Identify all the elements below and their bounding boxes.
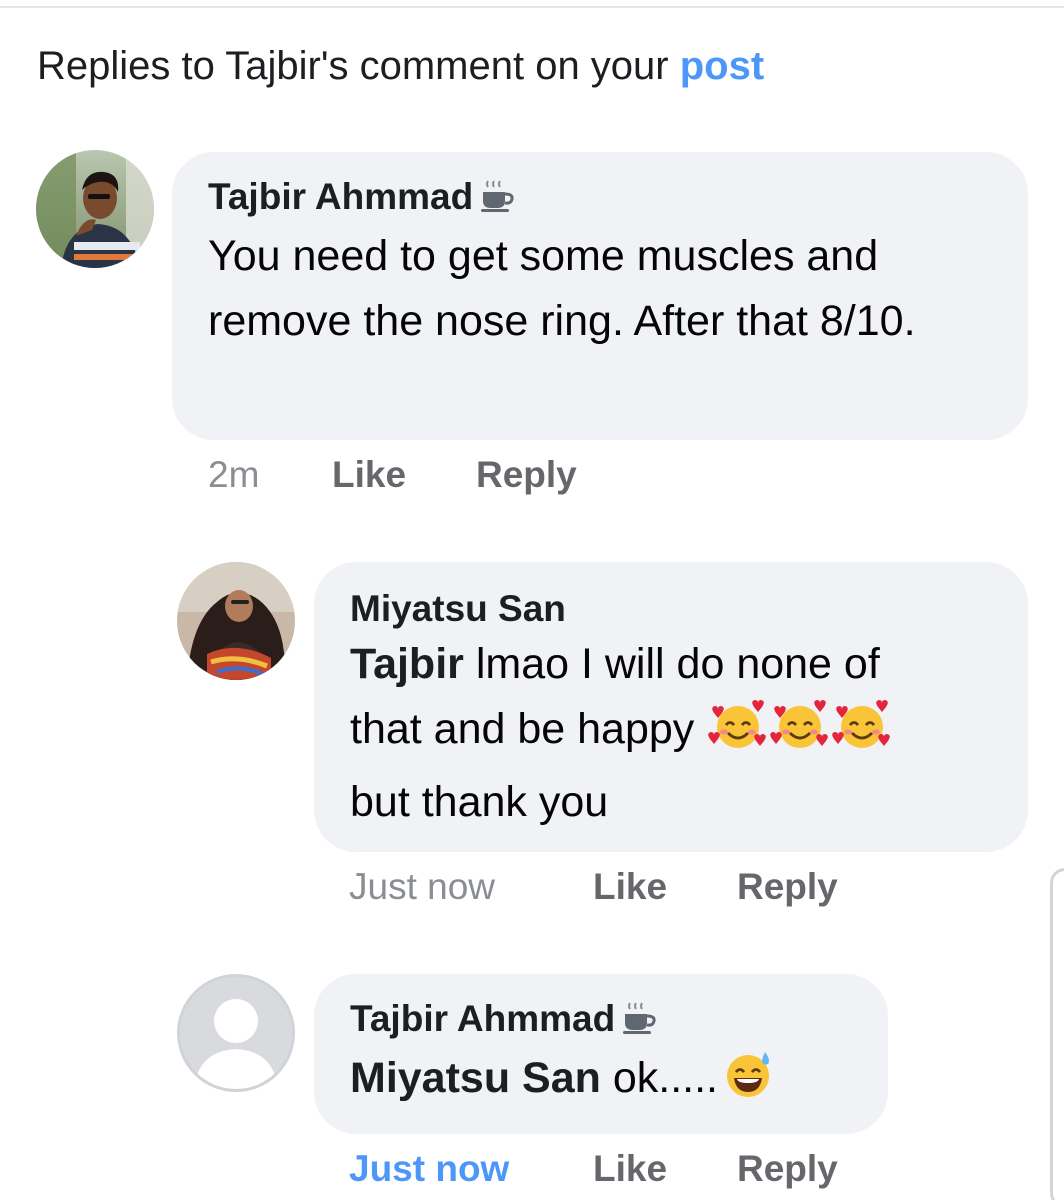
comment-text-line-3: but thank you (350, 778, 609, 826)
comment-text-line-2: that and be happy (350, 705, 695, 753)
like-button[interactable]: Like (332, 452, 406, 498)
avatar-tajbir[interactable] (36, 150, 154, 268)
comment-bubble-2: Miyatsu San Tajbir lmao I will do none o… (314, 562, 1028, 852)
comment-line-2: that and be happy (350, 697, 1008, 770)
comment-author[interactable]: Tajbir Ahmmad (208, 174, 998, 224)
comment-bubble-1: Tajbir Ahmmad You need to get some muscl… (172, 152, 1028, 440)
comment-line-3: but thank you (350, 770, 1008, 835)
author-name[interactable]: Tajbir Ahmmad (208, 176, 473, 217)
comment-actions-3: Just now Like Reply (349, 1146, 909, 1192)
comment-text: You need to get some muscles and remove … (208, 232, 916, 345)
header-text: Replies to Tajbir's comment on your (37, 44, 669, 88)
smiling-face-with-hearts-icon (770, 699, 830, 770)
smiling-face-with-hearts-icon (708, 699, 768, 770)
coffee-cup-icon (479, 178, 517, 224)
comment-text: Miyatsu San ok..... (350, 1046, 868, 1119)
mention-tag[interactable]: Miyatsu San (350, 1054, 601, 1102)
comment-bubble-3: Tajbir Ahmmad Miyatsu San ok..... (314, 974, 888, 1134)
comment-author[interactable]: Tajbir Ahmmad (350, 996, 868, 1046)
notification-replies-page: Replies to Tajbir's comment on your post (0, 0, 1064, 1200)
comment-text: Tajbir lmao I will do none of that and b… (350, 632, 1008, 835)
comment-text-line-1: lmao I will do none of (463, 640, 880, 688)
avatar-default-user[interactable] (177, 974, 295, 1092)
comment-time: 2m (208, 454, 260, 495)
page-header: Replies to Tajbir's comment on your post (37, 40, 764, 92)
reply-button[interactable]: Reply (737, 864, 838, 910)
like-button[interactable]: Like (593, 864, 667, 910)
reply-button[interactable]: Reply (737, 1146, 838, 1192)
like-button[interactable]: Like (593, 1146, 667, 1192)
reply-button[interactable]: Reply (476, 452, 577, 498)
comment-author[interactable]: Miyatsu San (350, 586, 1008, 632)
grinning-face-with-sweat-icon (720, 1048, 776, 1119)
comment-time: Just now (349, 1148, 510, 1189)
smiling-face-with-hearts-icon (832, 699, 892, 770)
avatar-miyatsu[interactable] (177, 562, 295, 680)
post-link[interactable]: post (680, 44, 764, 88)
comment-actions-1: 2m Like Reply (208, 452, 708, 498)
comment-time: Just now (349, 866, 496, 907)
coffee-cup-icon (621, 1000, 659, 1046)
comment-actions-2: Just now Like Reply (349, 864, 909, 910)
top-divider (0, 6, 1064, 8)
comment-text-body: ok..... (600, 1054, 719, 1102)
comment-line-1: Tajbir lmao I will do none of (350, 632, 1008, 697)
author-name[interactable]: Miyatsu San (350, 588, 566, 629)
mention-tag[interactable]: Tajbir (350, 640, 464, 688)
side-panel-edge (1050, 868, 1064, 1200)
author-name[interactable]: Tajbir Ahmmad (350, 998, 615, 1039)
